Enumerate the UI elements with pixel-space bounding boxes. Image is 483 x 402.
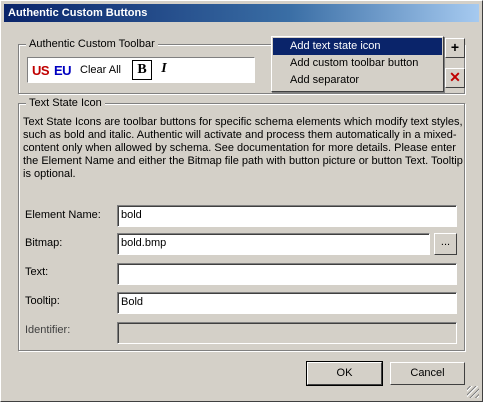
resize-grip-icon[interactable]: [467, 386, 479, 398]
browse-button[interactable]: ...: [434, 233, 457, 255]
tooltip-field[interactable]: Bold: [117, 292, 457, 314]
bitmap-label: Bitmap:: [25, 237, 63, 249]
toolbar-bold-button[interactable]: B: [132, 60, 152, 80]
delete-button[interactable]: ✕: [445, 68, 465, 88]
bitmap-field[interactable]: bold.bmp: [117, 233, 430, 255]
identifier-label: Identifier:: [25, 324, 71, 336]
ok-button[interactable]: OK: [306, 361, 383, 386]
element-name-label: Element Name:: [25, 209, 101, 221]
toolbar-preview: US EU Clear All B I: [27, 57, 255, 83]
element-name-field[interactable]: bold: [117, 205, 457, 227]
toolbar-us-button[interactable]: US: [32, 63, 50, 78]
add-button[interactable]: +: [445, 38, 465, 58]
toolbar-separator: [75, 61, 76, 79]
toolbar-separator: [127, 61, 128, 79]
text-state-group-title: Text State Icon: [26, 97, 105, 110]
text-label: Text:: [25, 266, 49, 278]
identifier-field: [117, 322, 457, 344]
dialog-window: Authentic Custom Buttons Authentic Custo…: [0, 0, 483, 402]
toolbar-eu-button[interactable]: EU: [54, 63, 72, 78]
plus-icon: +: [450, 39, 460, 55]
tooltip-label: Tooltip:: [25, 295, 60, 307]
toolbar-group-title: Authentic Custom Toolbar: [26, 38, 158, 51]
title-bar: Authentic Custom Buttons: [4, 4, 479, 22]
delete-icon: ✕: [449, 69, 461, 85]
toolbar-italic-button[interactable]: I: [154, 60, 174, 80]
menu-item-add-text-state-icon[interactable]: Add text state icon: [273, 38, 442, 55]
cancel-button[interactable]: Cancel: [390, 362, 465, 385]
text-field[interactable]: [117, 263, 457, 285]
add-menu: Add text state icon Add custom toolbar b…: [271, 36, 444, 92]
menu-item-add-custom-toolbar-button[interactable]: Add custom toolbar button: [273, 55, 442, 72]
text-state-description: Text State Icons are toolbar buttons for…: [23, 116, 463, 180]
menu-item-add-separator[interactable]: Add separator: [273, 72, 442, 89]
toolbar-clear-all-button[interactable]: Clear All: [80, 64, 121, 76]
